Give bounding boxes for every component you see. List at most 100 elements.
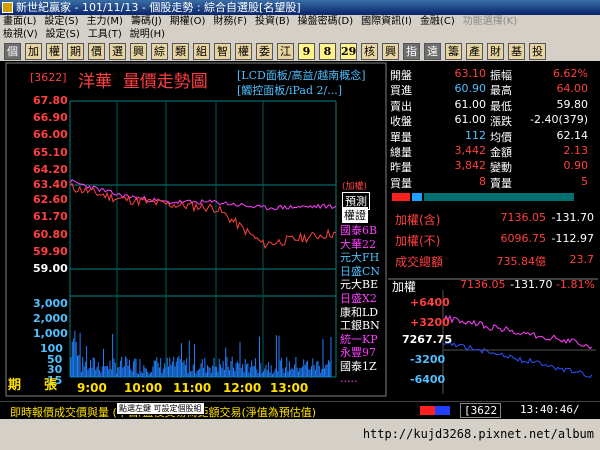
toolbar-button[interactable]: 委 [256, 42, 273, 60]
toolbar-button[interactable]: 核 [361, 42, 378, 60]
quote-value: 8 [479, 174, 486, 188]
mini-index-chart[interactable]: 加權 7136.05 -131.70 -1.81% +6400 +3200 7267… [388, 276, 598, 396]
status-code[interactable]: [3622 [460, 403, 502, 418]
menu-row-1: 畫面(L) 設定(S) 主力(M) 籌碼(J) 期權(O) 財務(F) 投資(B) 操盤密碼(… [0, 15, 600, 28]
menu-item[interactable]: 金融(C) [420, 15, 455, 28]
quote-value: 6.62% [553, 67, 588, 80]
app-icon [2, 2, 13, 13]
menu-bar: 畫面(L) 設定(S) 主力(M) 籌碼(J) 期權(O) 財務(F) 投資(B) 操盤密碼(… [0, 15, 600, 41]
toolbar-button[interactable]: 興 [382, 42, 399, 60]
mini-tick-label: +6400 [410, 296, 450, 309]
bid-bar [392, 193, 410, 201]
toolbar-number-button[interactable]: 8 [319, 42, 336, 60]
index-change: -112.97 [551, 232, 594, 245]
mini-tick-label: 7267.75 [402, 333, 453, 346]
toolbar-button[interactable]: 興 [130, 42, 147, 60]
quote-value: 2.13 [563, 144, 589, 157]
quote-value: 112 [465, 128, 486, 142]
menu-item[interactable]: 期權(O) [170, 15, 206, 28]
quote-label: 昨量 [390, 161, 412, 175]
toolbar-button[interactable]: 選 [109, 42, 126, 60]
quote-label: 振幅 [490, 69, 512, 82]
quote-label: 最高 [490, 84, 512, 98]
mini-pct: -1.81% [556, 278, 595, 291]
quote-label: 最低 [490, 99, 512, 113]
quote-value: 3,842 [454, 159, 487, 173]
chart-frame [5, 62, 387, 397]
menu-item[interactable]: 工具(T) [88, 28, 122, 41]
quote-value: 60.90 [454, 82, 487, 96]
footer-url[interactable]: http://kujd3268.pixnet.net/album [363, 427, 594, 441]
toolbar-number-button[interactable]: 9 [298, 42, 315, 60]
quote-label: 總量 [390, 146, 412, 159]
quote-label: 單量 [390, 130, 412, 144]
index-value: 6096.75 [500, 232, 547, 245]
menu-item[interactable]: 國際資訊(I) [361, 15, 412, 28]
toolbar-button[interactable]: 價 [88, 42, 105, 60]
menu-item[interactable]: 操盤密碼(D) [298, 15, 354, 28]
toolbar-button[interactable]: 綜 [151, 42, 168, 60]
menu-item[interactable]: 設定(S) [46, 28, 80, 41]
toolbar-button[interactable]: 加 [25, 42, 42, 60]
toolbar-button[interactable]: 智 [214, 42, 231, 60]
toolbar-number-button[interactable]: 29 [340, 42, 357, 60]
menu-item[interactable]: 功能選擇(K) [463, 15, 517, 28]
quote-value: 61.00 [454, 113, 487, 127]
menu-item[interactable]: 說明(H) [130, 28, 165, 41]
window-titlebar: 新世紀贏家 - 101/11/13 - 個股走勢 : 綜合自選股[名望股] [0, 0, 600, 15]
quote-label: 變動 [490, 161, 512, 175]
quote-value: 64.00 [556, 82, 589, 96]
depth-bar [424, 193, 574, 201]
chart-grid [5, 62, 387, 397]
toolbar-button[interactable]: 遠 [424, 42, 441, 60]
menu-item[interactable]: 主力(M) [87, 15, 123, 28]
toolbar-button[interactable]: 基 [508, 42, 525, 60]
toolbar-button[interactable]: 江 [277, 42, 294, 60]
index-label: 加權(不) [395, 234, 441, 248]
popup-hint: 點選左鍵 可設定個股組 [116, 402, 205, 415]
quote-label: 賣量 [490, 176, 512, 190]
toolbar-button[interactable]: 投 [529, 42, 546, 60]
status-time: 13:40:46/ [520, 403, 580, 416]
price-line [69, 182, 337, 250]
quote-value: 59.80 [556, 97, 589, 111]
toolbar-button[interactable]: 組 [193, 42, 210, 60]
menu-item[interactable]: 投資(B) [255, 15, 290, 28]
toolbar-button[interactable]: 財 [487, 42, 504, 60]
quote-value: 3,442 [454, 144, 487, 157]
mini-change: -131.70 [510, 278, 553, 291]
quote-label: 買進 [390, 84, 412, 98]
toolbar-button[interactable]: 期 [67, 42, 84, 60]
menu-item[interactable]: 籌碼(J) [131, 15, 162, 28]
toolbar-button[interactable]: 指 [403, 42, 420, 60]
menu-item[interactable]: 設定(S) [44, 15, 78, 28]
jiaquan-label: (加權) [342, 182, 368, 192]
broker-item[interactable]: ..... [340, 372, 357, 385]
window-title: 新世紀贏家 - 101/11/13 - 個股走勢 : 綜合自選股[名望股] [16, 1, 301, 14]
warrant-button[interactable]: 權證 [342, 207, 368, 223]
bid-ask-bar [392, 193, 592, 201]
menu-item[interactable]: 畫面(L) [3, 15, 36, 28]
quote-label: 買量 [390, 176, 412, 190]
mini-tick-label: -3200 [410, 353, 446, 366]
toolbar-button[interactable]: 籌 [445, 42, 462, 60]
volume-bars [70, 330, 332, 377]
footer: http://kujd3268.pixnet.net/album [0, 419, 600, 450]
toolbar-button[interactable]: 權 [235, 42, 252, 60]
mini-tick-label: +3200 [410, 316, 450, 329]
menu-row-2: 檢視(V) 設定(S) 工具(T) 說明(H) [0, 28, 600, 41]
main-panel: [3622] 洋華 量價走勢圖 [LCD面板/高益/越南概念] [觸控面板/iP… [0, 61, 600, 401]
menu-item[interactable]: 檢視(V) [3, 28, 38, 41]
quote-value: 63.10 [454, 67, 487, 80]
menu-item[interactable]: 財務(F) [213, 15, 247, 28]
quote-label: 金額 [490, 146, 512, 159]
quote-label: 收盤 [390, 115, 412, 129]
quote-label: 均價 [490, 130, 512, 144]
toolbar-button[interactable]: 類 [172, 42, 189, 60]
index-change: -131.70 [551, 211, 594, 224]
toolbar-button[interactable]: 個 [4, 42, 21, 60]
toolbar-button[interactable]: 權 [46, 42, 63, 60]
quote-value: 5 [581, 174, 588, 188]
index-value: 735.84億 [496, 255, 547, 268]
toolbar-button[interactable]: 產 [466, 42, 483, 60]
